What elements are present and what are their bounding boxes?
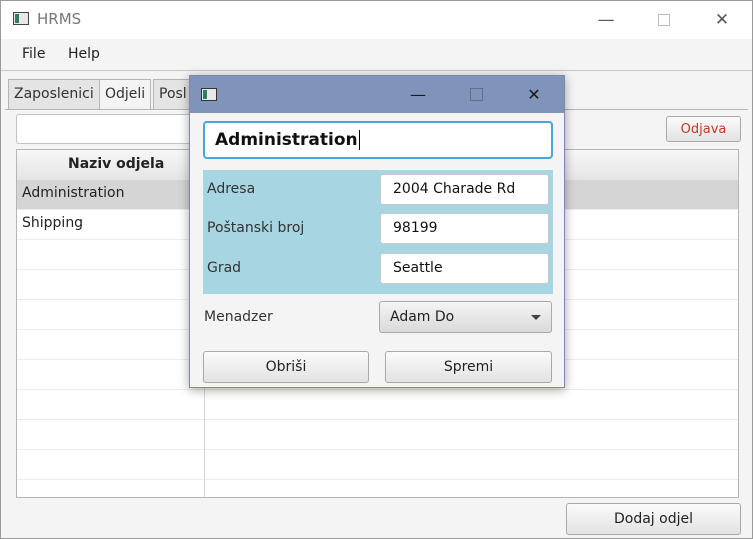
empty-row: [17, 450, 738, 480]
address-field[interactable]: 2004 Charade Rd: [380, 174, 549, 205]
dialog-maximize-icon[interactable]: [453, 76, 499, 113]
department-dialog: — ✕ Administration Adresa 2004 Charade R…: [189, 75, 565, 388]
menu-help[interactable]: Help: [68, 46, 100, 62]
close-icon[interactable]: ✕: [699, 1, 745, 39]
city-label: Grad: [207, 260, 242, 276]
dialog-title-bar: — ✕: [190, 76, 564, 113]
tab-poslovi[interactable]: Posl: [153, 79, 193, 109]
title-bar: HRMS — ✕: [1, 1, 752, 39]
address-label: Adresa: [207, 181, 256, 197]
text-caret: [358, 130, 360, 150]
maximize-icon[interactable]: [641, 1, 687, 39]
delete-button[interactable]: Obriši: [203, 351, 369, 383]
department-name-input[interactable]: Administration: [203, 121, 553, 159]
city-field[interactable]: Seattle: [380, 253, 549, 284]
add-department-button[interactable]: Dodaj odjel: [566, 503, 741, 535]
tab-zaposlenici[interactable]: Zaposlenici: [8, 79, 100, 109]
dialog-app-icon: [201, 88, 217, 101]
search-input[interactable]: [16, 114, 196, 144]
empty-row: [17, 480, 738, 497]
dialog-close-icon[interactable]: ✕: [511, 76, 557, 113]
menu-file[interactable]: File: [22, 46, 45, 62]
postal-code-field[interactable]: 98199: [380, 213, 549, 244]
window-title: HRMS: [37, 10, 82, 28]
empty-row: [17, 390, 738, 420]
table-cell: Shipping: [22, 215, 84, 231]
column-header-naziv[interactable]: Naziv odjela: [68, 156, 164, 172]
manager-select-value: Adam Do: [390, 309, 455, 325]
logout-button[interactable]: Odjava: [666, 116, 741, 142]
department-name-value: Administration: [215, 130, 358, 150]
address-panel: Adresa 2004 Charade Rd Poštanski broj 98…: [203, 170, 553, 294]
chevron-down-icon: [531, 315, 541, 320]
tab-odjeli[interactable]: Odjeli: [99, 79, 152, 110]
save-button[interactable]: Spremi: [385, 351, 552, 383]
manager-label: Menadzer: [204, 309, 273, 325]
table-cell: Administration: [22, 185, 125, 201]
dialog-minimize-icon[interactable]: —: [395, 76, 441, 113]
empty-row: [17, 420, 738, 450]
minimize-icon[interactable]: —: [583, 1, 629, 39]
menu-bar: File Help: [1, 39, 752, 71]
postal-code-label: Poštanski broj: [207, 220, 305, 236]
manager-select[interactable]: Adam Do: [379, 301, 552, 333]
app-icon: [13, 12, 29, 25]
